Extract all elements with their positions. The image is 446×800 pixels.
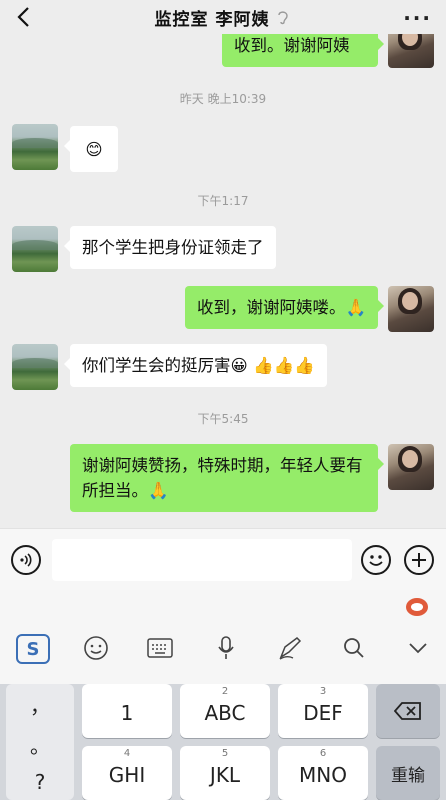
symbol-key[interactable]: ? xyxy=(6,770,74,794)
sogou-logo-icon[interactable]: S xyxy=(16,634,50,664)
chat-title: 监控室 李阿姨 xyxy=(154,9,270,30)
keyboard-keys: ， 。 ? 1 2 ABC 3 DEF 4 GHI 5 JKL 6 MNO 重输 xyxy=(0,684,446,800)
keyboard-switch-icon[interactable] xyxy=(144,634,176,662)
keyboard-toolbar: S xyxy=(0,620,446,674)
sogou-skin-icon[interactable] xyxy=(406,598,428,616)
voice-icon xyxy=(20,553,32,567)
retype-key[interactable]: 重输 xyxy=(376,746,440,800)
chat-header: 监控室 李阿姨 ··· xyxy=(0,0,446,34)
symbol-key[interactable]: 。 xyxy=(6,730,74,759)
more-functions-button[interactable] xyxy=(404,545,434,575)
search-icon[interactable] xyxy=(338,634,370,662)
backspace-icon xyxy=(394,702,421,720)
message-bubble-outgoing[interactable]: 谢谢阿姨赞扬，特殊时期，年轻人要有所担当。🙏 xyxy=(70,444,384,512)
backspace-key[interactable] xyxy=(376,684,440,738)
message-bubble-incoming[interactable]: 那个学生把身份证领走了 xyxy=(64,226,276,269)
contact-avatar[interactable] xyxy=(12,226,58,272)
timestamp: 下午1:17 xyxy=(197,194,249,208)
handwriting-icon[interactable] xyxy=(274,634,306,662)
message-bubble-outgoing[interactable]: 收到，谢谢阿姨喽。🙏 xyxy=(184,286,385,329)
voice-input-button[interactable] xyxy=(11,545,41,575)
key-6[interactable]: 6 MNO xyxy=(278,746,368,800)
plus-icon xyxy=(412,553,426,567)
ear-mode-icon xyxy=(278,11,289,25)
my-avatar[interactable] xyxy=(388,34,434,68)
contact-avatar[interactable] xyxy=(12,344,58,390)
message-bubble-incoming[interactable]: 你们学生会的挺厉害😀 👍👍👍 xyxy=(64,344,327,387)
message-input[interactable] xyxy=(52,539,352,581)
key-5[interactable]: 5 JKL xyxy=(180,746,270,800)
back-button[interactable] xyxy=(10,4,36,30)
key-4[interactable]: 4 GHI xyxy=(82,746,172,800)
my-avatar[interactable] xyxy=(388,444,434,490)
timestamp: 下午5:45 xyxy=(197,412,249,426)
message-bubble-outgoing[interactable]: 收到。谢谢阿姨 xyxy=(222,34,384,67)
key-1[interactable]: 1 xyxy=(82,684,172,738)
my-avatar[interactable] xyxy=(388,286,434,332)
microphone-icon[interactable] xyxy=(210,634,242,662)
symbol-column[interactable]: ， 。 ? xyxy=(6,684,74,800)
key-2[interactable]: 2 ABC xyxy=(180,684,270,738)
more-options-button[interactable]: ··· xyxy=(403,6,432,30)
chat-area[interactable]: 收到。谢谢阿姨 昨天 晚上10:39 😊 下午1:17 那个学生把身份证领走了 … xyxy=(0,34,446,528)
emoji-button[interactable] xyxy=(361,545,391,575)
input-bar xyxy=(0,528,446,590)
keyboard: S ， 。 ? 1 2 ABC 3 DEF 4 GHI 5 JKL 6 MNO … xyxy=(0,590,446,800)
smiley-icon xyxy=(369,555,383,566)
chevron-left-icon xyxy=(17,7,29,27)
symbol-key[interactable]: ， xyxy=(6,690,74,719)
message-bubble-incoming[interactable]: 😊 xyxy=(64,126,118,172)
contact-avatar[interactable] xyxy=(12,124,58,170)
timestamp: 昨天 晚上10:39 xyxy=(179,92,267,106)
chat-title-wrap: 监控室 李阿姨 xyxy=(155,5,292,30)
keyboard-suggestion-bar xyxy=(0,590,446,620)
key-3[interactable]: 3 DEF xyxy=(278,684,368,738)
emoji-keyboard-icon[interactable] xyxy=(80,634,112,662)
chevron-down-icon[interactable] xyxy=(402,634,434,662)
